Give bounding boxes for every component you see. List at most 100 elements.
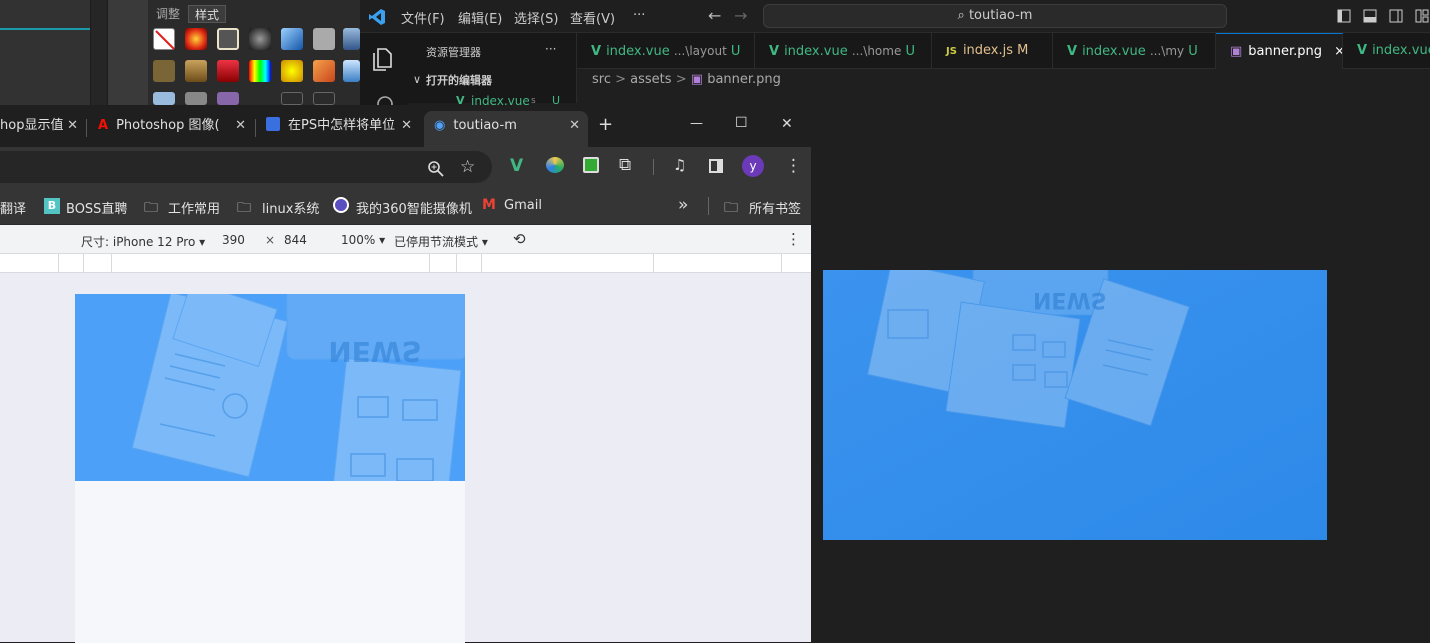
browser-tab[interactable]: 在PS中怎样将单位 ✕ [266, 111, 420, 147]
all-bookmarks[interactable]: 所有书签 [749, 198, 801, 217]
minimize-button[interactable]: — [690, 116, 703, 131]
style-swatch[interactable] [281, 92, 303, 105]
style-swatch[interactable] [249, 60, 271, 82]
device-select[interactable]: 尺寸: iPhone 12 Pro ▾ [81, 233, 205, 250]
height-input[interactable]: 844 [284, 233, 307, 247]
editor-tab-overflow[interactable]: Vindex.vue [1343, 33, 1430, 69]
forward-arrow-icon[interactable]: → [734, 6, 747, 25]
close-icon[interactable]: ✕ [569, 111, 580, 141]
search-sidebar-icon[interactable] [376, 93, 394, 105]
browser-tab[interactable]: hop显示值 ✕ [0, 111, 86, 147]
breadcrumb-src[interactable]: src [592, 72, 611, 87]
back-arrow-icon[interactable]: ← [708, 6, 721, 25]
ruler-tick[interactable] [429, 254, 430, 273]
style-swatch[interactable] [217, 92, 239, 105]
browser-tab-active[interactable]: ◉ toutiao-m ✕ [424, 111, 588, 147]
side-panel-icon[interactable] [709, 159, 723, 173]
style-swatch[interactable] [217, 60, 239, 82]
explorer-pane: 资源管理器 ··· ∨ 打开的编辑器 V index.vue s U [407, 33, 577, 108]
bookmark-boss[interactable]: BOSS直聘 [66, 198, 127, 217]
chevron-down-icon[interactable]: ∨ [413, 73, 421, 86]
breadcrumb-assets[interactable]: assets [630, 72, 671, 87]
menu-more[interactable]: ··· [633, 8, 645, 23]
bookmarks-overflow-button[interactable]: » [678, 195, 688, 215]
bookmark-translate[interactable]: 翻译 [0, 198, 26, 217]
media-control-icon[interactable]: ♫ [673, 156, 686, 174]
menu-edit[interactable]: 编辑(E) [458, 8, 502, 27]
zoom-value: 100% [341, 233, 376, 247]
close-icon[interactable]: ✕ [401, 111, 412, 141]
profile-avatar[interactable]: y [742, 155, 764, 177]
chrome-window: hop显示值 ✕ A Photoshop 图像( ✕ 在PS中怎样将单位 ✕ ◉ t… [0, 105, 811, 643]
site-favicon-icon: ◉ [434, 118, 446, 133]
ruler-tick[interactable] [481, 254, 482, 273]
toggle-secondary-sidebar-icon[interactable] [1389, 9, 1403, 23]
bookmark-folder-work[interactable]: 工作常用 [168, 198, 220, 217]
menu-selection[interactable]: 选择(S) [514, 8, 558, 27]
breadcrumb-file[interactable]: banner.png [707, 72, 781, 87]
style-swatch[interactable] [313, 60, 335, 82]
style-swatch[interactable] [153, 92, 175, 105]
screenshot-extension-icon[interactable] [583, 157, 599, 173]
style-swatch[interactable] [153, 60, 175, 82]
vue-devtools-icon[interactable]: V [510, 156, 523, 176]
ps-tab-styles[interactable]: 样式 [188, 5, 227, 23]
style-swatch[interactable] [343, 28, 360, 50]
toggle-sidebar-icon[interactable] [1337, 9, 1351, 23]
chrome-menu-icon[interactable]: ⋮ [785, 156, 802, 176]
editor-tab-my[interactable]: Vindex.vue ...\my U [1053, 33, 1216, 69]
zoom-select[interactable]: 100% ▾ [341, 233, 385, 247]
menu-file[interactable]: 文件(F) [401, 8, 445, 27]
ruler-tick[interactable] [111, 254, 112, 273]
chrome-tabstrip: hop显示值 ✕ A Photoshop 图像( ✕ 在PS中怎样将单位 ✕ ◉ t… [0, 105, 811, 147]
editor-tab-home[interactable]: Vindex.vue ...\home U [755, 33, 932, 69]
devtools-more-icon[interactable]: ⋮ [786, 230, 801, 248]
bookmark-star-icon[interactable]: ☆ [460, 157, 475, 177]
open-editors-label[interactable]: 打开的编辑器 [426, 72, 492, 88]
address-bar[interactable] [0, 151, 492, 183]
bookmark-folder-linux[interactable]: linux系统 [262, 198, 319, 217]
style-swatch[interactable] [313, 28, 335, 50]
ruler-tick[interactable] [58, 254, 59, 273]
ps-tab-adjust[interactable]: 调整 [150, 5, 187, 23]
style-swatch[interactable] [281, 28, 303, 50]
extension-icon[interactable] [546, 157, 564, 173]
style-swatch-selected[interactable] [217, 28, 239, 50]
ruler-tick[interactable] [83, 254, 84, 273]
close-icon[interactable]: × [1334, 44, 1342, 59]
style-swatch[interactable] [343, 60, 360, 82]
ruler-tick[interactable] [456, 254, 457, 273]
width-input[interactable]: 390 [222, 233, 245, 247]
style-swatch[interactable] [281, 60, 303, 82]
editor-tab-indexjs[interactable]: JS index.js M [932, 33, 1053, 69]
style-swatch[interactable] [185, 92, 207, 105]
bookmark-360-camera[interactable]: 我的360智能摄像机 [356, 198, 472, 217]
ruler-tick[interactable] [653, 254, 654, 273]
editor-tab-banner[interactable]: ▣ banner.png × [1216, 33, 1343, 69]
style-swatch[interactable] [313, 92, 335, 105]
toggle-panel-icon[interactable] [1363, 9, 1377, 23]
command-center-search[interactable]: ⌕ toutiao-m [763, 4, 1227, 28]
rotate-icon[interactable]: ⟲ [513, 230, 526, 248]
close-window-button[interactable]: ✕ [781, 116, 793, 132]
tab-title: toutiao-m [453, 118, 517, 133]
explorer-more-icon[interactable]: ··· [545, 42, 556, 56]
style-swatch[interactable] [185, 28, 207, 50]
explorer-files-icon[interactable] [371, 45, 395, 71]
browser-tab[interactable]: A Photoshop 图像( ✕ [98, 111, 254, 147]
close-icon[interactable]: ✕ [235, 111, 246, 141]
ruler-tick[interactable] [781, 254, 782, 273]
editor-tab-layout[interactable]: Vindex.vue ...\layout U [577, 33, 755, 69]
close-icon[interactable]: ✕ [67, 111, 78, 141]
style-swatch[interactable] [185, 60, 207, 82]
customize-layout-icon[interactable] [1415, 9, 1429, 23]
style-none-swatch[interactable] [153, 28, 175, 50]
menu-view[interactable]: 查看(V) [570, 8, 615, 27]
new-tab-button[interactable]: + [598, 114, 613, 135]
style-swatch[interactable] [249, 28, 271, 50]
maximize-button[interactable]: ☐ [735, 115, 748, 131]
extensions-puzzle-icon[interactable]: ⧉ [619, 155, 631, 175]
throttle-select[interactable]: 已停用节流模式 ▾ [394, 233, 488, 250]
bookmark-gmail[interactable]: Gmail [504, 198, 542, 213]
zoom-icon[interactable] [428, 161, 444, 177]
